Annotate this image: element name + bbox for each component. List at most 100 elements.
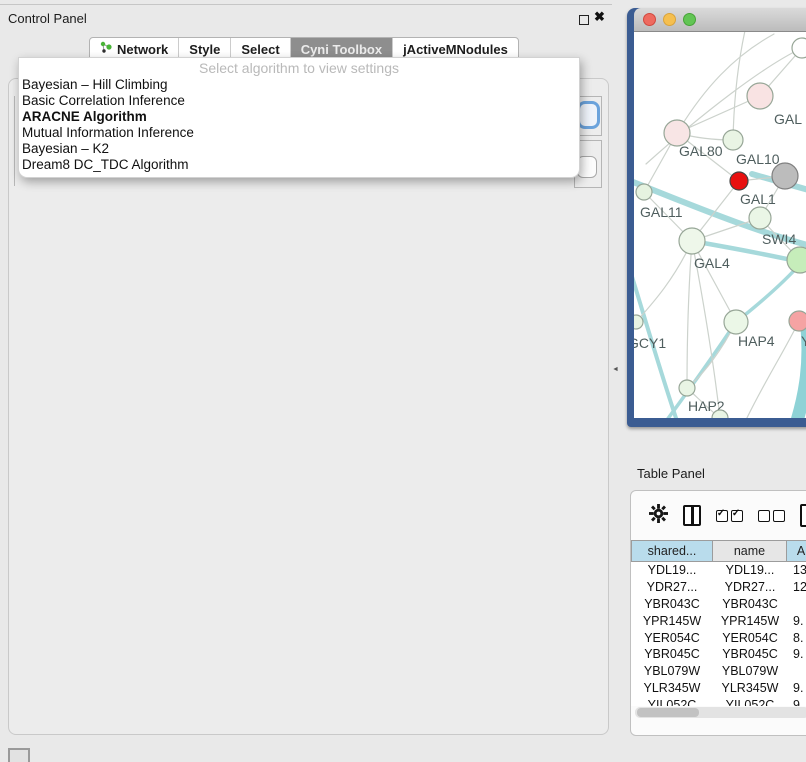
table-cell: YBR043C: [631, 597, 713, 611]
panel-title: Control Panel: [8, 11, 87, 26]
tab-label: Style: [189, 42, 220, 57]
table-row[interactable]: YBR043CYBR043C: [631, 596, 806, 613]
network-node[interactable]: [679, 228, 705, 254]
table-cell: 9.: [787, 614, 806, 628]
table-row[interactable]: YBL079WYBL079W: [631, 663, 806, 680]
table-cell: 8.: [787, 631, 806, 645]
node-label: Y: [801, 333, 806, 349]
node-label: GAL80: [679, 143, 723, 159]
column-header-partial[interactable]: A: [787, 540, 806, 562]
table-row[interactable]: YDL19...YDL19...13: [631, 562, 806, 579]
table-cell: YBR045C: [713, 647, 787, 661]
table-body: YDL19...YDL19...13YDR27...YDR27...12YBR0…: [631, 562, 806, 706]
table-cell: YPR145W: [631, 614, 713, 628]
network-graph: GALGAL80GAL10GAL11GAL1SWI4GAL4GCY1HAP4YH…: [634, 32, 806, 418]
node-label: GAL1: [740, 191, 776, 207]
table-cell: YBR043C: [713, 597, 787, 611]
column-header-shared-name[interactable]: shared...: [631, 540, 713, 562]
table-row[interactable]: YDR27...YDR27...12: [631, 579, 806, 596]
network-icon: [100, 41, 112, 57]
table-cell: YDR27...: [713, 580, 787, 594]
tab-label: Select: [241, 42, 279, 57]
network-canvas[interactable]: GALGAL80GAL10GAL11GAL1SWI4GAL4GCY1HAP4YH…: [634, 32, 806, 418]
tab-label: Network: [117, 42, 168, 57]
table-row[interactable]: YPR145WYPR145W9.: [631, 612, 806, 629]
network-edges: [634, 32, 806, 418]
network-node[interactable]: [730, 172, 748, 190]
network-node[interactable]: [636, 184, 652, 200]
table-row[interactable]: YBR045CYBR045C9.: [631, 646, 806, 663]
network-node[interactable]: [747, 83, 773, 109]
network-node[interactable]: [792, 38, 806, 58]
table-cell: 9.: [787, 698, 806, 706]
focused-combo-fragment: [577, 101, 600, 129]
table-cell: YLR345W: [713, 681, 787, 695]
table-row[interactable]: YIL052CYIL052C9.: [631, 696, 806, 706]
node-label: HAP4: [738, 333, 775, 349]
network-node[interactable]: [724, 310, 748, 334]
node-label: SWI4: [762, 231, 796, 247]
algorithm-option[interactable]: Bayesian – K2: [19, 141, 579, 157]
tab-label: jActiveMNodules: [403, 42, 508, 57]
table-cell: YER054C: [713, 631, 787, 645]
network-node[interactable]: [679, 380, 695, 396]
table-cell: YBL079W: [631, 664, 713, 678]
algorithm-option[interactable]: ARACNE Algorithm: [19, 109, 579, 125]
table-header: shared... name A: [631, 540, 806, 562]
table-cell: YDL19...: [713, 563, 787, 577]
network-node[interactable]: [772, 163, 798, 189]
node-label: GAL10: [736, 151, 780, 167]
table-horizontal-scrollbar[interactable]: [635, 707, 806, 718]
network-node[interactable]: [723, 130, 743, 150]
node-label: GAL11: [640, 204, 683, 220]
table-cell: YDL19...: [631, 563, 713, 577]
node-label: GAL: [774, 111, 802, 127]
column-header-name[interactable]: name: [713, 540, 787, 562]
table-cell: YBL079W: [713, 664, 787, 678]
export-table-icon[interactable]: [800, 504, 806, 527]
mac-minimize-button[interactable]: [663, 13, 676, 26]
network-node[interactable]: [789, 311, 806, 331]
table-cell: YIL052C: [631, 698, 713, 706]
node-label: GCY1: [634, 335, 666, 351]
network-node[interactable]: [749, 207, 771, 229]
dropdown-placeholder: Select algorithm to view settings: [19, 58, 579, 77]
mac-zoom-button[interactable]: [683, 13, 696, 26]
table-cell: YBR045C: [631, 647, 713, 661]
algorithm-option[interactable]: Bayesian – Hill Climbing: [19, 77, 579, 93]
algorithm-list: Bayesian – Hill ClimbingBasic Correlatio…: [19, 77, 579, 173]
table-cell: YPR145W: [713, 614, 787, 628]
background-frame-fragment: [14, 96, 15, 186]
table-toolbar: [631, 491, 806, 540]
network-node[interactable]: [787, 247, 806, 273]
table-cell: 9.: [787, 647, 806, 661]
minimized-panel-icon[interactable]: [8, 748, 30, 762]
splitter-collapse-arrow[interactable]: ◄: [612, 366, 619, 373]
deselect-all-columns-icon[interactable]: [758, 510, 785, 522]
table-cell: YER054C: [631, 631, 713, 645]
float-window-icon[interactable]: [579, 15, 589, 25]
table-cell: 9.: [787, 681, 806, 695]
node-label: GAL4: [694, 255, 730, 271]
close-icon[interactable]: ✖: [594, 9, 605, 25]
table-row[interactable]: YLR345WYLR345W9.: [631, 680, 806, 697]
mac-close-button[interactable]: [643, 13, 656, 26]
algorithm-option[interactable]: Mutual Information Inference: [19, 125, 579, 141]
columns-icon[interactable]: [683, 505, 701, 526]
table-cell: 12: [787, 580, 806, 594]
network-node[interactable]: [634, 315, 643, 329]
window-top-border: [0, 4, 612, 5]
algorithm-option[interactable]: Dream8 DC_TDC Algorithm: [19, 157, 579, 173]
table-cell: YIL052C: [713, 698, 787, 706]
network-window-titlebar[interactable]: [634, 8, 806, 32]
gear-icon[interactable]: [649, 504, 668, 528]
table-cell: YDR27...: [631, 580, 713, 594]
algorithm-option[interactable]: Basic Correlation Inference: [19, 93, 579, 109]
network-window: GALGAL80GAL10GAL11GAL1SWI4GAL4GCY1HAP4YH…: [627, 8, 806, 427]
algorithm-dropdown: Select algorithm to view settings Bayesi…: [18, 57, 580, 178]
table-panel-title: Table Panel: [637, 466, 705, 481]
table-cell: 13: [787, 563, 806, 577]
background-button-fragment: [577, 156, 597, 178]
table-row[interactable]: YER054CYER054C8.: [631, 629, 806, 646]
select-all-columns-icon[interactable]: [716, 510, 743, 522]
